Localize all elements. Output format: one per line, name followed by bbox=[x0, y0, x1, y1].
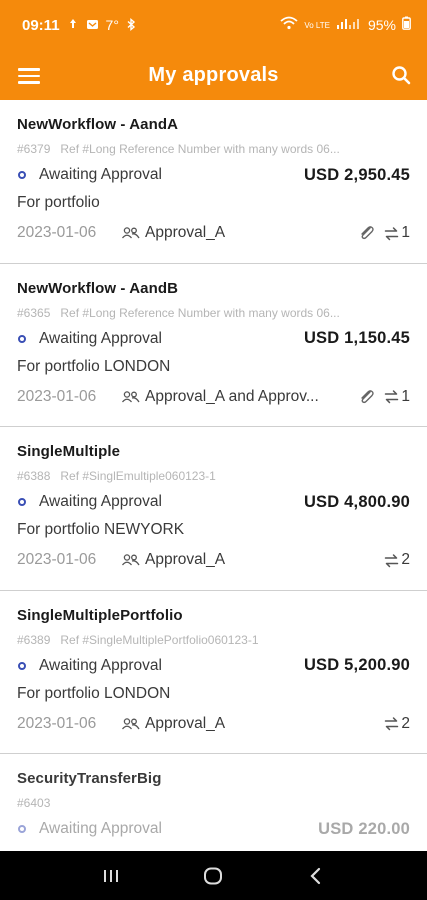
approvers-icon bbox=[121, 717, 145, 731]
back-icon[interactable] bbox=[301, 861, 331, 891]
approval-reference: #6389 Ref #SingleMultiplePortfolio060123-… bbox=[17, 633, 407, 649]
approval-card[interactable]: SecurityTransferBig #6403 Awaiting Approva… bbox=[0, 754, 427, 851]
approval-date: 2023-01-06 bbox=[17, 224, 97, 241]
approval-reference: #6403 bbox=[17, 796, 407, 812]
approval-status: Awaiting Approval bbox=[39, 166, 162, 183]
approval-portfolio: For portfolio bbox=[17, 194, 100, 211]
approval-id: #6365 bbox=[17, 305, 51, 320]
status-time: 09:11 bbox=[22, 16, 60, 34]
transfer-icon bbox=[384, 716, 399, 731]
approval-approver: Approval_A and Approv... bbox=[145, 387, 319, 405]
status-bar: 09:11 7° Vo LTE 95% bbox=[0, 0, 427, 50]
transfer-count: 2 bbox=[401, 551, 410, 568]
approval-status: Awaiting Approval bbox=[39, 493, 162, 510]
approval-status: Awaiting Approval bbox=[39, 329, 162, 347]
approval-title: SingleMultiplePortfolio bbox=[17, 606, 183, 624]
approval-title: NewWorkflow - AandA bbox=[17, 116, 179, 133]
search-icon[interactable] bbox=[389, 63, 413, 87]
home-icon[interactable] bbox=[198, 861, 228, 891]
battery-percent: 95% bbox=[367, 17, 396, 33]
approval-status: Awaiting Approval bbox=[39, 820, 162, 837]
system-nav-bar bbox=[0, 851, 427, 900]
approval-approver: Approval_A bbox=[145, 551, 226, 568]
recents-icon[interactable] bbox=[96, 861, 126, 891]
transfer-count: 1 bbox=[401, 387, 410, 405]
approval-reference: #6379 Ref #Long Reference Number with man… bbox=[17, 142, 407, 158]
status-dot-icon bbox=[18, 334, 26, 343]
approval-reference: #6365 Ref #Long Reference Number with man… bbox=[17, 306, 407, 322]
approval-card[interactable]: SingleMultiple #6388 Ref #SinglEmultiple06… bbox=[0, 427, 427, 591]
status-temperature: 7° bbox=[105, 17, 119, 33]
approval-card[interactable]: NewWorkflow - AandA #6379 Ref #Long Refere… bbox=[0, 100, 427, 264]
status-dot-icon bbox=[18, 825, 26, 833]
approval-ref-text: Ref #SinglEmultiple060123-1 bbox=[60, 469, 216, 483]
approval-portfolio: For portfolio LONDON bbox=[17, 684, 171, 702]
transfer-icon bbox=[384, 553, 399, 568]
page-title: My approvals bbox=[148, 63, 279, 86]
approval-id: #6379 bbox=[17, 142, 51, 156]
approval-date: 2023-01-06 bbox=[17, 387, 97, 405]
signal-icon bbox=[336, 16, 362, 34]
volte-icon: Vo LTE bbox=[304, 20, 330, 30]
approvers-icon bbox=[121, 226, 145, 240]
battery-icon bbox=[402, 16, 411, 34]
approval-portfolio: For portfolio NEWYORK bbox=[17, 521, 185, 538]
approval-reference: #6388 Ref #SinglEmultiple060123-1 bbox=[17, 469, 407, 485]
mail-icon bbox=[86, 18, 99, 32]
approval-portfolio: For portfolio LONDON bbox=[17, 357, 171, 375]
approval-ref-text: Ref #SingleMultiplePortfolio060123-1 bbox=[60, 632, 259, 647]
transfer-icon bbox=[384, 226, 399, 241]
approvers-icon bbox=[121, 553, 145, 567]
approval-date: 2023-01-06 bbox=[17, 551, 97, 568]
approval-ref-text: Ref #Long Reference Number with many wor… bbox=[60, 305, 340, 320]
attachment-icon bbox=[358, 389, 376, 405]
transfer-icon bbox=[384, 389, 399, 404]
status-dot-icon bbox=[18, 498, 26, 506]
approval-amount: USD 2,950.45 bbox=[303, 165, 410, 184]
approval-approver: Approval_A bbox=[145, 224, 226, 241]
approval-amount: USD 220.00 bbox=[318, 819, 410, 838]
attachment-icon bbox=[358, 225, 376, 241]
approval-approver: Approval_A bbox=[145, 714, 226, 732]
approval-ref-text: Ref #Long Reference Number with many wor… bbox=[60, 142, 340, 156]
approval-amount: USD 4,800.90 bbox=[303, 492, 410, 511]
approval-card[interactable]: SingleMultiplePortfolio #6389 Ref #SingleM… bbox=[0, 591, 427, 754]
approval-amount: USD 5,200.90 bbox=[303, 656, 410, 674]
approval-id: #6403 bbox=[17, 796, 51, 810]
approval-id: #6388 bbox=[17, 469, 51, 483]
bluetooth-icon bbox=[126, 17, 136, 33]
approval-amount: USD 1,150.45 bbox=[303, 329, 410, 347]
approval-title: SecurityTransferBig bbox=[17, 770, 162, 787]
hamburger-icon[interactable] bbox=[18, 65, 40, 85]
approval-date: 2023-01-06 bbox=[17, 714, 97, 732]
status-dot-icon bbox=[18, 661, 26, 670]
notification-icon bbox=[67, 18, 79, 32]
wifi-icon bbox=[280, 16, 298, 34]
approval-id: #6389 bbox=[17, 632, 51, 647]
transfer-count: 1 bbox=[401, 224, 410, 241]
transfer-count: 2 bbox=[401, 714, 410, 732]
status-dot-icon bbox=[18, 171, 26, 179]
approval-title: SingleMultiple bbox=[17, 443, 121, 460]
app-bar: My approvals bbox=[0, 50, 427, 100]
approvers-icon bbox=[121, 390, 145, 404]
approval-card[interactable]: NewWorkflow - AandB #6365 Ref #Long Refere… bbox=[0, 264, 427, 427]
approvals-list[interactable]: NewWorkflow - AandA #6379 Ref #Long Refere… bbox=[0, 100, 427, 851]
approval-title: NewWorkflow - AandB bbox=[17, 279, 179, 297]
approval-status: Awaiting Approval bbox=[39, 656, 162, 674]
